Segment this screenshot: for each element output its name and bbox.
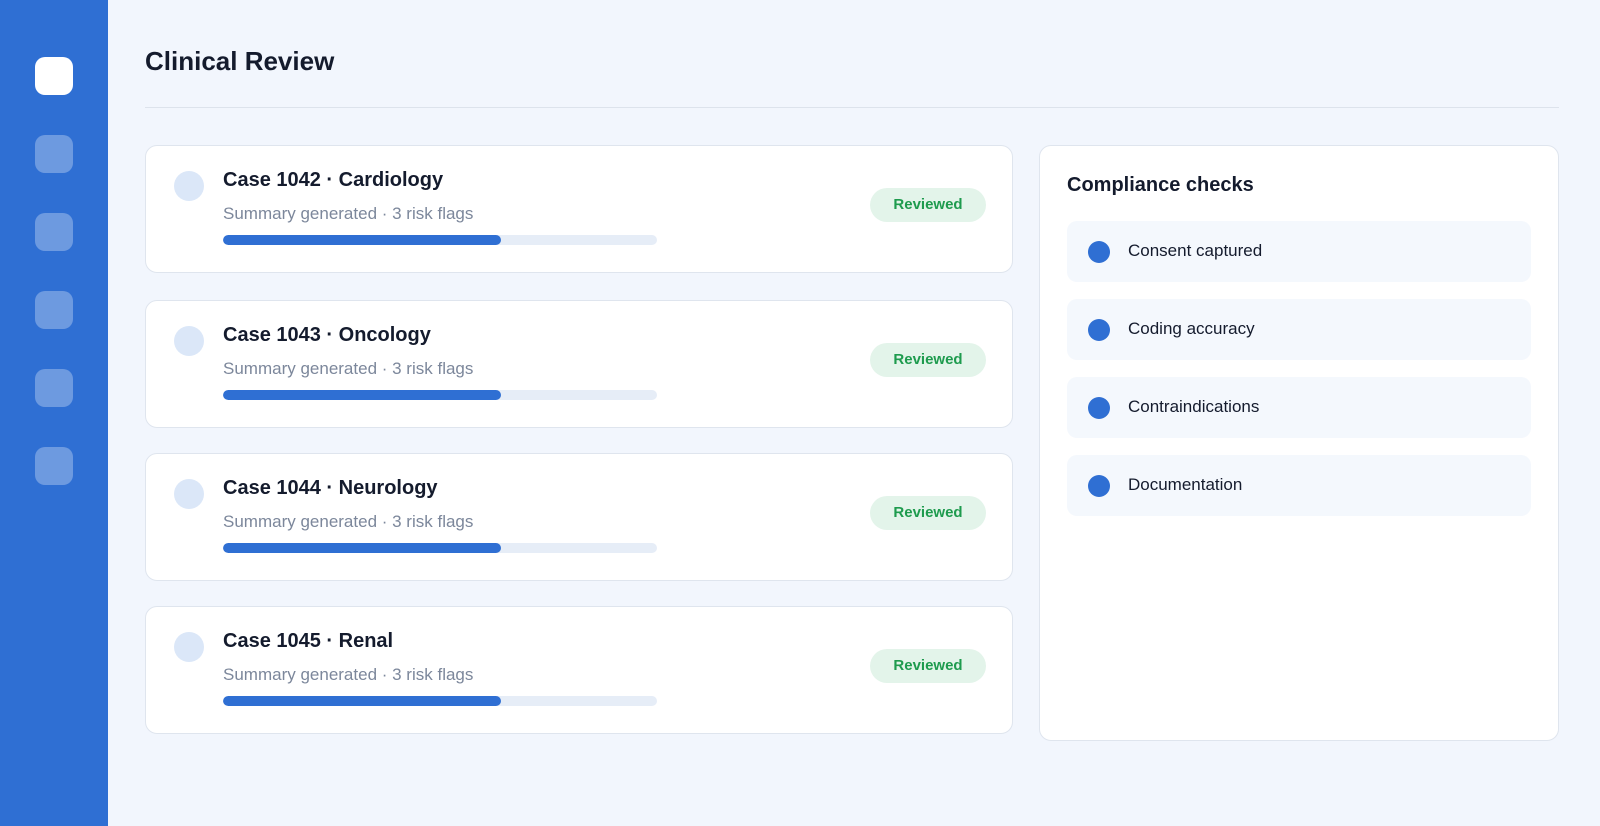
case-progress-bar (223, 390, 657, 400)
compliance-title: Compliance checks (1067, 174, 1254, 196)
check-status-icon (1088, 475, 1110, 497)
case-subtitle: Summary generated · 3 risk flags (223, 204, 474, 223)
case-card[interactable]: Case 1043 · Oncology Summary generated ·… (145, 300, 1013, 428)
compliance-item[interactable]: Coding accuracy (1067, 299, 1531, 360)
header-divider (145, 107, 1559, 108)
compliance-item-label: Documentation (1128, 475, 1243, 494)
case-card[interactable]: Case 1042 · Cardiology Summary generated… (145, 145, 1013, 273)
case-subtitle: Summary generated · 3 risk flags (223, 665, 474, 684)
check-status-icon (1088, 397, 1110, 419)
sidebar-item-3[interactable] (35, 213, 73, 251)
case-avatar (174, 326, 204, 356)
compliance-item-label: Consent captured (1128, 241, 1263, 260)
case-subtitle: Summary generated · 3 risk flags (223, 512, 474, 531)
sidebar-item-4[interactable] (35, 291, 73, 329)
main-content: Clinical Review Case 1042 · Cardiology S… (108, 0, 1600, 826)
case-subtitle: Summary generated · 3 risk flags (223, 359, 474, 378)
case-progress-fill (223, 696, 501, 706)
status-badge: Reviewed (870, 188, 986, 222)
case-title: Case 1045 · Renal (223, 630, 394, 652)
sidebar-item-home[interactable] (35, 57, 73, 95)
case-avatar (174, 479, 204, 509)
case-title: Case 1044 · Neurology (223, 477, 438, 499)
case-title: Case 1042 · Cardiology (223, 169, 444, 191)
case-progress-bar (223, 696, 657, 706)
status-badge: Reviewed (870, 496, 986, 530)
case-progress-bar (223, 543, 657, 553)
sidebar (0, 0, 108, 826)
sidebar-item-6[interactable] (35, 447, 73, 485)
sidebar-item-2[interactable] (35, 135, 73, 173)
compliance-item-label: Coding accuracy (1128, 319, 1255, 338)
page-title: Clinical Review (145, 46, 335, 76)
compliance-item[interactable]: Consent captured (1067, 221, 1531, 282)
case-progress-fill (223, 235, 501, 245)
compliance-panel: Compliance checks Consent captured Codin… (1039, 145, 1559, 741)
status-badge: Reviewed (870, 343, 986, 377)
compliance-item[interactable]: Contraindications (1067, 377, 1531, 438)
sidebar-item-5[interactable] (35, 369, 73, 407)
case-progress-bar (223, 235, 657, 245)
case-title: Case 1043 · Oncology (223, 324, 431, 346)
case-card[interactable]: Case 1044 · Neurology Summary generated … (145, 453, 1013, 581)
check-status-icon (1088, 241, 1110, 263)
case-card[interactable]: Case 1045 · Renal Summary generated · 3 … (145, 606, 1013, 734)
case-avatar (174, 171, 204, 201)
compliance-item[interactable]: Documentation (1067, 455, 1531, 516)
status-badge: Reviewed (870, 649, 986, 683)
case-progress-fill (223, 390, 501, 400)
check-status-icon (1088, 319, 1110, 341)
case-progress-fill (223, 543, 501, 553)
case-avatar (174, 632, 204, 662)
compliance-item-label: Contraindications (1128, 397, 1260, 416)
